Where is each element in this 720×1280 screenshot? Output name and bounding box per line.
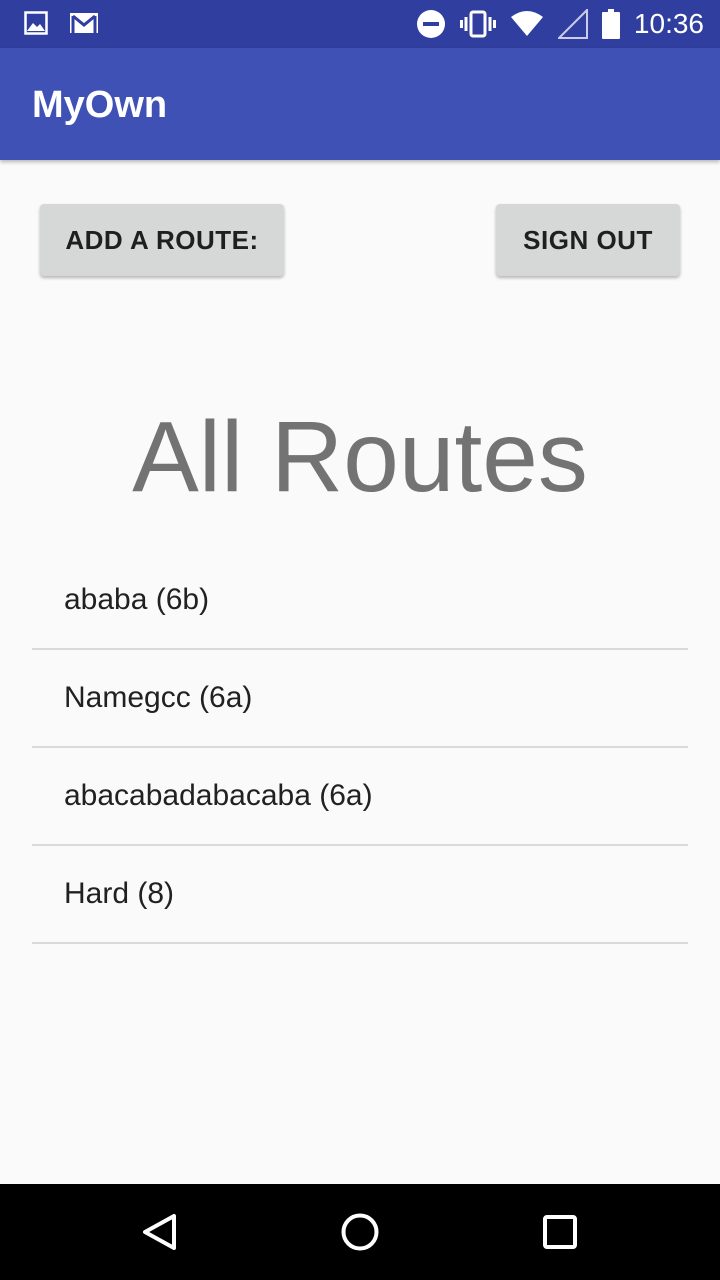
wifi-icon: [510, 11, 544, 37]
home-icon[interactable]: [336, 1208, 384, 1256]
gmail-icon: [70, 11, 98, 35]
recents-icon[interactable]: [536, 1208, 584, 1256]
status-time: 10:36: [633, 8, 704, 39]
list-item[interactable]: Namegcc (6a): [32, 650, 688, 748]
status-bar: 10:36: [0, 0, 720, 48]
gallery-icon: [24, 11, 48, 35]
list-item[interactable]: Hard (8): [32, 846, 688, 944]
list-item[interactable]: abacabadabacaba (6a): [32, 748, 688, 846]
list-item[interactable]: ababa (6b): [32, 552, 688, 650]
app-bar: MyOwn: [0, 48, 720, 160]
app-title: MyOwn: [32, 84, 168, 126]
battery-icon: [601, 9, 620, 39]
page-title: All Routes: [132, 401, 588, 513]
back-icon[interactable]: [136, 1208, 184, 1256]
system-icons: 10:36: [416, 0, 704, 48]
navigation-bar: [0, 1184, 720, 1280]
do-not-disturb-icon: [416, 9, 446, 39]
vibrate-icon: [459, 10, 496, 38]
notification-icons: [24, 11, 98, 35]
route-list: ababa (6b) Namegcc (6a) abacabadabacaba …: [32, 552, 688, 944]
cell-signal-icon: [557, 9, 588, 39]
add-route-button[interactable]: ADD A ROUTE:: [40, 204, 284, 276]
sign-out-button[interactable]: SIGN OUT: [496, 204, 680, 276]
